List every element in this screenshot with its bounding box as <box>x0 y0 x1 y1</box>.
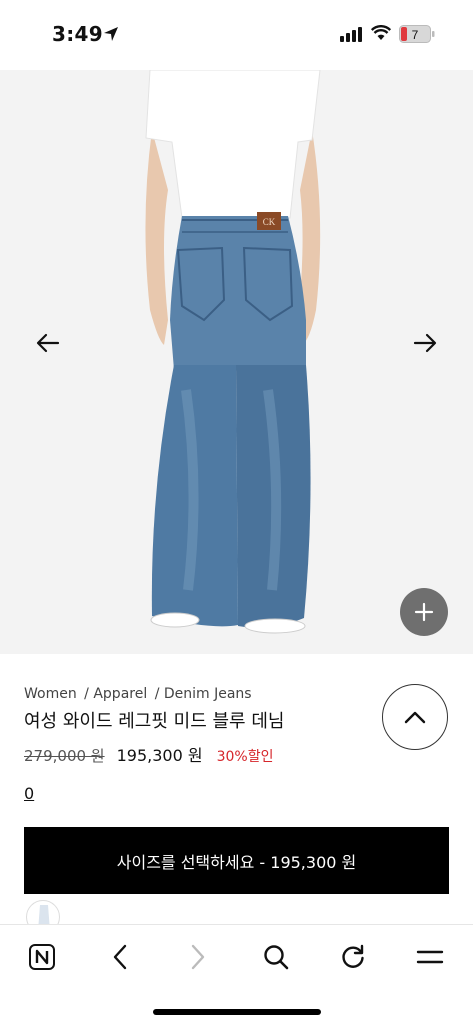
forward-button[interactable] <box>180 939 216 975</box>
breadcrumb-denim-jeans[interactable]: / Denim Jeans <box>155 686 252 702</box>
sale-price: 195,300 원 <box>116 746 203 765</box>
next-image-button[interactable] <box>403 321 447 365</box>
cellular-signal-icon <box>340 27 362 42</box>
chevron-up-icon <box>404 711 426 724</box>
arrow-left-icon <box>36 333 60 353</box>
breadcrumb-apparel[interactable]: / Apparel <box>84 686 147 702</box>
battery-level: 7 <box>412 28 419 42</box>
original-price: 279,000 원 <box>24 747 105 765</box>
menu-button[interactable] <box>412 939 448 975</box>
zoom-button[interactable] <box>400 588 448 636</box>
price-row: 279,000 원 195,300 원 30%할인 <box>24 742 273 766</box>
breadcrumb: Women / Apparel / Denim Jeans <box>24 686 255 702</box>
collapse-details-button[interactable] <box>382 684 448 750</box>
forward-icon <box>191 944 205 970</box>
discount-badge: 30%할인 <box>216 749 274 765</box>
battery-icon: 7 <box>399 25 435 43</box>
menu-icon <box>416 950 444 964</box>
status-time: 3:49 <box>52 22 103 46</box>
search-icon <box>264 945 289 970</box>
select-size-button[interactable]: 사이즈를 선택하세요 - 195,300 원 <box>24 827 449 894</box>
arrow-right-icon <box>413 333 437 353</box>
back-icon <box>113 944 127 970</box>
browser-toolbar <box>0 924 473 1024</box>
brand-label: CK <box>263 217 276 227</box>
refresh-icon <box>342 944 364 968</box>
previous-image-button[interactable] <box>26 321 70 365</box>
naver-home-icon <box>29 944 55 970</box>
product-image-gallery[interactable]: CK <box>0 70 473 654</box>
back-button[interactable] <box>102 939 138 975</box>
search-button[interactable] <box>258 939 294 975</box>
product-title: 여성 와이드 레그핏 미드 블루 데님 <box>24 711 285 732</box>
breadcrumb-women[interactable]: Women <box>24 686 77 702</box>
review-count-link[interactable]: 0 <box>24 784 34 803</box>
naver-home-button[interactable] <box>24 939 60 975</box>
plus-icon <box>414 602 434 622</box>
location-arrow-icon <box>104 27 118 41</box>
wifi-icon <box>371 25 391 40</box>
status-bar: 3:49 7 <box>0 0 473 70</box>
refresh-button[interactable] <box>335 939 371 975</box>
home-indicator[interactable] <box>153 1009 321 1015</box>
